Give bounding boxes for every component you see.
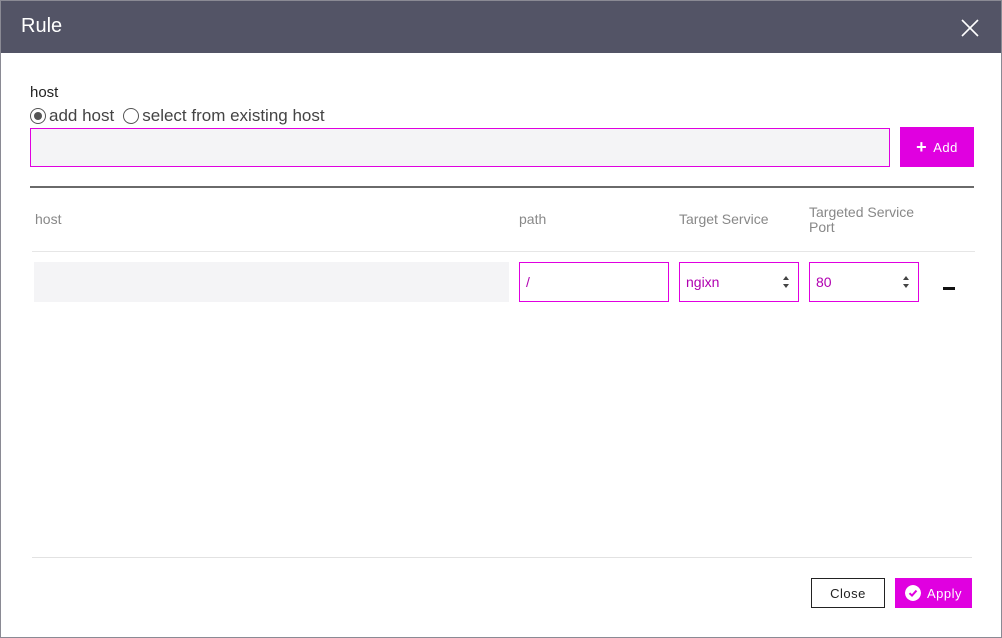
host-input[interactable] — [30, 128, 890, 167]
footer-divider — [32, 557, 972, 558]
dialog-titlebar: Rule — [1, 1, 1001, 53]
apply-button[interactable]: Apply — [895, 578, 972, 608]
close-button[interactable]: Close — [811, 578, 885, 608]
column-header-host: host — [35, 211, 62, 227]
remove-row-minus-icon[interactable] — [943, 287, 955, 290]
radio-unchecked-icon — [123, 108, 140, 124]
host-mode-radio-group: add host select from existing host — [30, 106, 334, 126]
apply-button-label: Apply — [926, 585, 963, 601]
radio-checked-icon — [30, 108, 46, 124]
column-header-target-service: Target Service — [679, 211, 769, 227]
add-button-label: Add — [933, 139, 958, 155]
section-divider — [30, 186, 974, 188]
host-section-label: host — [30, 84, 59, 101]
select-arrows-icon — [903, 276, 909, 288]
select-arrows-icon — [783, 276, 789, 288]
target-port-value: 80 — [816, 274, 832, 290]
target-service-select[interactable]: ngixn — [679, 262, 799, 302]
close-icon[interactable] — [960, 18, 980, 38]
target-service-value: ngixn — [686, 274, 720, 290]
radio-select-existing-label: select from existing host — [142, 106, 325, 125]
radio-select-existing-host[interactable]: select from existing host — [123, 106, 325, 126]
radio-add-host[interactable]: add host — [30, 106, 114, 126]
column-header-path: path — [519, 211, 547, 227]
header-row-divider — [32, 251, 975, 252]
row-path-input[interactable] — [519, 262, 669, 302]
target-port-select[interactable]: 80 — [809, 262, 919, 302]
row-host-input[interactable] — [34, 262, 509, 302]
add-host-button[interactable]: + Add — [900, 127, 974, 167]
radio-add-host-label: add host — [49, 106, 115, 125]
dialog-title: Rule — [21, 15, 63, 37]
rule-dialog: Rule host add host select from existing … — [0, 0, 1002, 638]
plus-icon: + — [916, 137, 928, 157]
check-circle-icon — [904, 585, 921, 601]
column-header-targeted-service-port: Targeted Service Port — [809, 204, 915, 235]
